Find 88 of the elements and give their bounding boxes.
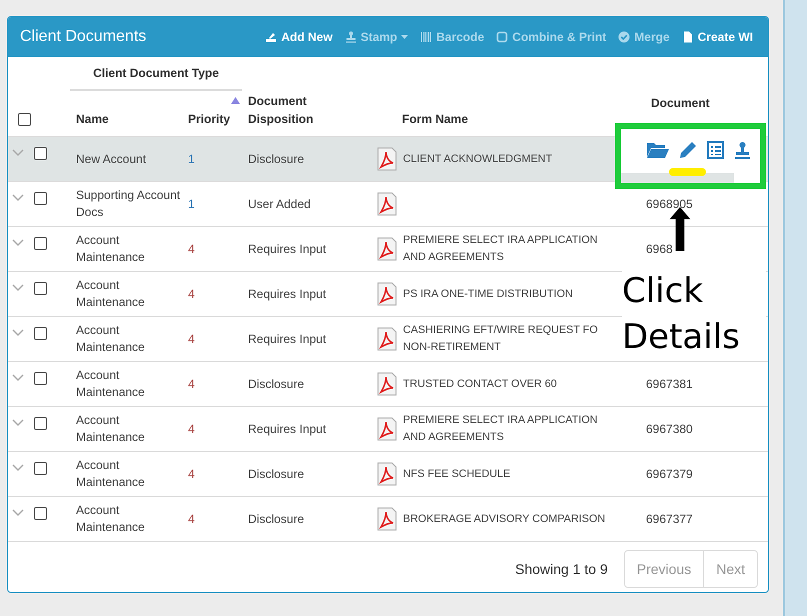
chevron-down-icon[interactable] (12, 464, 24, 471)
checkbox[interactable] (34, 372, 47, 385)
upload-icon (265, 31, 278, 43)
table-cell-text: Supporting Account Docs (76, 187, 182, 221)
table-cell-text: 1 (188, 151, 195, 168)
pdf-icon (377, 462, 397, 486)
table-cell-text: Disclosure (248, 151, 304, 168)
table-cell-text: NFS FEE SCHEDULE (403, 466, 510, 482)
chevron-down-icon[interactable] (12, 419, 24, 426)
checkbox[interactable] (34, 192, 47, 205)
pdf-icon (377, 237, 397, 261)
pdf-icon (377, 147, 397, 171)
table-cell-text: 6967381 (646, 376, 693, 393)
table-cell-text: 4 (188, 286, 195, 303)
checkbox[interactable] (34, 147, 47, 160)
table-cell-text: CASHIERING EFT/WIRE REQUEST FO NON-RETIREMENT (403, 323, 599, 355)
table-cell-text: TRUSTED CONTACT OVER 60 (403, 376, 557, 392)
table-cell-text: 1 (188, 196, 195, 213)
table-cell-text: Disclosure (248, 511, 304, 528)
table-cell-text: 6968905 (646, 196, 693, 213)
pdf-icon (377, 417, 397, 441)
pdf-icon (377, 372, 397, 396)
table-cell-text: Disclosure (248, 466, 304, 483)
table-cell-text: 4 (188, 466, 195, 483)
table-cell-text: Requires Input (248, 241, 326, 258)
stamp-icon (344, 31, 357, 43)
group-header: Client Document Type (93, 65, 219, 82)
table-cell-text: BROKERAGE ADVISORY COMPARISON (403, 512, 606, 526)
table-cell-text: Account Maintenance (76, 502, 146, 536)
table-cell-text: 6967379 (646, 466, 693, 483)
chevron-down-icon[interactable] (12, 329, 24, 336)
checkbox[interactable] (18, 113, 31, 126)
checkbox[interactable] (34, 327, 47, 340)
table-cell-text: Account Maintenance (76, 322, 146, 356)
table-cell-text: PREMIERE SELECT IRA APPLICATION AND AGREEMENTS (403, 413, 599, 445)
stamp-icon[interactable] (734, 141, 751, 159)
chevron-down-icon[interactable] (12, 374, 24, 381)
table-cell-text: 4 (188, 421, 195, 438)
table-cell-text: Account Maintenance (76, 457, 146, 491)
list-icon[interactable] (707, 141, 724, 159)
pdf-icon (377, 192, 397, 216)
checkbox[interactable] (34, 462, 47, 475)
table-cell-text: Requires Input (248, 331, 326, 348)
table-cell: New Account (76, 150, 146, 168)
pencil-icon[interactable] (679, 141, 697, 159)
table-cell-text: Requires Input (248, 286, 326, 303)
chevron-down-icon[interactable] (12, 509, 24, 516)
table-cell-text: 6967380 (646, 421, 693, 438)
table-cell-text: Account Maintenance (76, 277, 146, 311)
pdf-icon (377, 327, 397, 351)
column-header[interactable]: Name (76, 110, 156, 128)
folder-icon[interactable] (647, 141, 669, 159)
table-cell-text: PREMIERE SELECT IRA APPLICATION AND AGREEMENTS (403, 233, 599, 265)
barcode-icon (420, 31, 432, 43)
table-cell-text: 6967377 (646, 511, 693, 528)
square-icon (496, 31, 508, 43)
checkbox[interactable] (34, 237, 47, 250)
table-cell-text: 4 (188, 241, 195, 258)
pdf-icon (377, 282, 397, 306)
check-circle-icon (618, 31, 630, 43)
table-cell-text: PS IRA ONE-TIME DISTRIBUTION (403, 286, 573, 302)
checkbox[interactable] (34, 417, 47, 430)
panel-title: Client Documents (20, 27, 146, 47)
table-cell-text: User Added (248, 196, 311, 213)
table-cell-text: Requires Input (248, 421, 326, 438)
checkbox[interactable] (34, 507, 47, 520)
checkbox[interactable] (34, 282, 47, 295)
table-cell-text: CLIENT ACKNOWLEDGMENT (403, 152, 552, 166)
table-cell-text: 6968 (646, 241, 673, 258)
chevron-down-icon[interactable] (12, 284, 24, 291)
caret-icon (401, 35, 408, 39)
table-cell-text: Account Maintenance (76, 232, 146, 266)
column-header[interactable]: Document (651, 94, 731, 112)
column-header[interactable]: Priority (188, 110, 242, 128)
pdf-icon (377, 507, 397, 531)
file-icon (682, 31, 694, 43)
column-header[interactable]: Document Disposition (248, 92, 328, 128)
table-cell-text: Account Maintenance (76, 412, 146, 446)
column-header[interactable]: Form Name (402, 110, 482, 128)
table-cell-text: 4 (188, 376, 195, 393)
table-cell-text: 4 (188, 511, 195, 528)
table-cell-text: Disclosure (248, 376, 304, 393)
marker-highlight (669, 168, 706, 176)
pagination-info: Showing 1 to 9 (515, 560, 608, 579)
chevron-down-icon[interactable] (12, 194, 24, 201)
table-cell-text: 4 (188, 331, 195, 348)
table-cell-text: Account Maintenance (76, 367, 146, 401)
chevron-down-icon[interactable] (12, 239, 24, 246)
